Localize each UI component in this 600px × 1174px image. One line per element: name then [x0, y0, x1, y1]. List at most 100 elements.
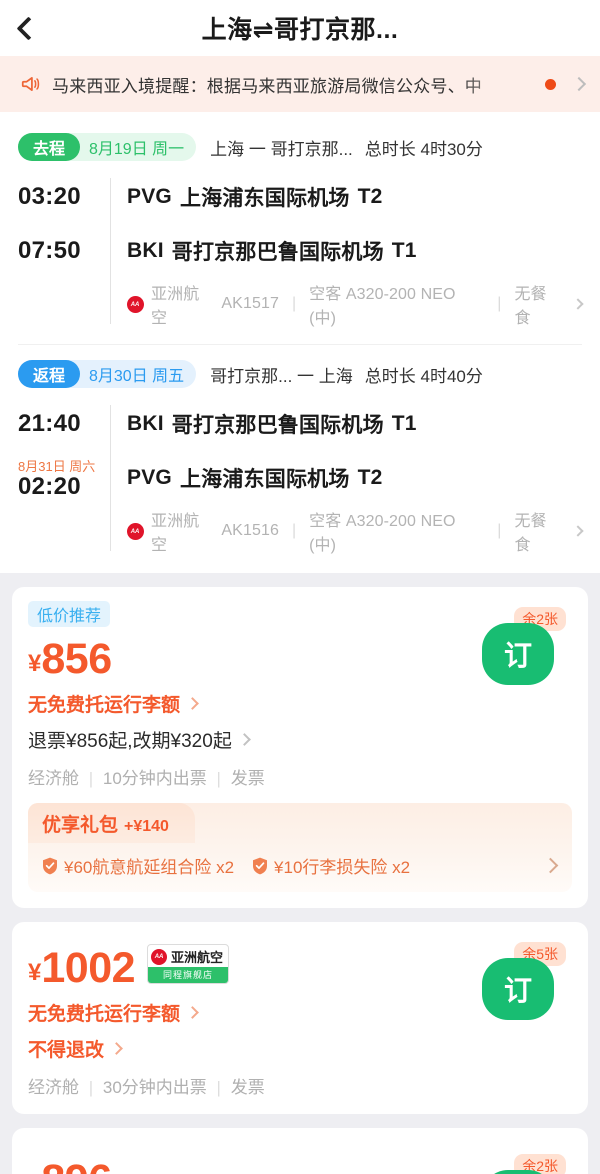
- gift-item[interactable]: ¥10行李损失险 x2: [252, 853, 410, 878]
- return-arrive-terminal: T2: [357, 466, 383, 489]
- navbar: 上海⇌哥打京那...: [0, 0, 600, 56]
- price-card-list: 低价推荐 ¥ 856 无免费托运行李额 退票¥856起,改期¥320起 经济舱 …: [0, 573, 600, 1174]
- notice-banner[interactable]: 马来西亚入境提醒：根据马来西亚旅游局微信公众号、中: [0, 56, 600, 112]
- notice-text: 马来西亚入境提醒：根据马来西亚旅游局微信公众号、中: [52, 76, 482, 96]
- outbound-airline-row[interactable]: AA 亚洲航空 AK1517 | 空客 A320-200 NEO (中) | 无…: [127, 280, 584, 330]
- return-arrive-code: PVG: [127, 466, 172, 489]
- return-depart-time-row: 21:40: [18, 397, 110, 451]
- order-action: 余2张 订: [482, 607, 566, 691]
- back-button[interactable]: [0, 0, 56, 56]
- ticketing-time: 10分钟内出票: [102, 769, 207, 788]
- outbound-arrive-terminal: T1: [391, 239, 417, 262]
- return-depart-airport-row: BKI 哥打京那巴鲁国际机场 T1: [127, 397, 582, 451]
- refund-row[interactable]: 退票¥856起,改期¥320起: [28, 726, 572, 753]
- outbound-meal: 无餐食: [514, 286, 547, 327]
- chevron-right-icon[interactable]: [572, 298, 584, 310]
- gift-package[interactable]: 优享礼包 +¥140 ¥60航意航延组合险 x2 ¥10行李损失险 x2: [28, 803, 572, 892]
- ticket-meta-row: 经济舱 | 30分钟内出票 | 发票: [28, 1073, 572, 1098]
- gift-item-text: ¥10行李损失险 x2: [274, 858, 411, 877]
- return-meal: 无餐食: [514, 513, 547, 554]
- outbound-arrive-airport: 哥打京那巴鲁国际机场: [171, 241, 384, 264]
- outbound-leg: 去程 8月19日 周一 上海 一 哥打京那... 总时长 4时30分 03:20…: [0, 130, 600, 330]
- chevron-right-icon: [186, 1006, 199, 1019]
- gift-item[interactable]: ¥60航意航延组合险 x2: [42, 853, 234, 878]
- chevron-right-icon[interactable]: [571, 76, 587, 92]
- price-card[interactable]: 低价推荐 ¥ 856 无免费托运行李额 退票¥856起,改期¥320起 经济舱 …: [12, 587, 588, 908]
- airasia-logo-icon: AA: [127, 522, 144, 540]
- price-value: 856: [41, 635, 112, 683]
- return-depart-time: 21:40: [18, 410, 81, 437]
- order-action: 余5张 订: [482, 942, 566, 1026]
- outbound-time-column: 03:20 07:50: [18, 170, 110, 330]
- shop-airline-name: 亚洲航空: [171, 950, 224, 965]
- notice-indicator-dot: [545, 78, 556, 90]
- recommend-badge: 低价推荐: [28, 601, 111, 627]
- chevron-right-icon: [110, 1042, 123, 1055]
- ticket-meta-row: 经济舱 | 10分钟内出票 | 发票: [28, 764, 572, 789]
- order-button[interactable]: 订: [482, 623, 554, 685]
- outbound-depart-airport: 上海浦东国际机场: [179, 187, 350, 210]
- return-airport-column: BKI 哥打京那巴鲁国际机场 T1 PVG 上海浦东国际机场 T2 AA 亚洲航…: [127, 397, 584, 557]
- currency-symbol: ¥: [28, 959, 42, 986]
- return-arrive-time: 02:20: [18, 472, 81, 500]
- return-depart-terminal: T1: [391, 412, 417, 435]
- chevron-left-icon: [15, 15, 41, 41]
- currency-symbol: ¥: [28, 650, 42, 677]
- price-card[interactable]: ¥ 1002 AA 亚洲航空 同程旗舰店 无免费托运行李额 不得退改 经济舱 |…: [12, 922, 588, 1114]
- return-route: 哥打京那... 一 上海: [210, 366, 353, 386]
- outbound-date: 8月19日 周一: [89, 141, 185, 158]
- return-airline-row[interactable]: AA 亚洲航空 AK1516 | 空客 A320-200 NEO (中) | 无…: [127, 507, 584, 557]
- separator: |: [88, 769, 94, 788]
- page-title: 上海⇌哥打京那...: [201, 16, 399, 44]
- return-arrive-airport: 上海浦东国际机场: [179, 468, 350, 491]
- outbound-arrive-time: 07:50: [18, 237, 81, 264]
- return-airline-name: 亚洲航空: [151, 513, 200, 554]
- separator: |: [497, 522, 502, 539]
- outbound-arrive-code: BKI: [127, 239, 164, 262]
- gift-item-text: ¥60航意航延组合险 x2: [64, 858, 235, 877]
- outbound-depart-code: PVG: [127, 185, 172, 208]
- shield-check-icon: [43, 857, 57, 874]
- return-leg: 返程 8月30日 周五 哥打京那... 一 上海 总时长 4时40分 21:40…: [0, 357, 600, 557]
- outbound-depart-terminal: T2: [357, 185, 383, 208]
- cabin-class: 经济舱: [28, 1078, 79, 1097]
- outbound-depart-airport-row: PVG 上海浦东国际机场 T2: [127, 170, 582, 224]
- baggage-row[interactable]: 无免费托运行李额: [28, 690, 572, 717]
- return-arrive-time-row: 8月31日 周六 02:20: [18, 451, 110, 505]
- baggage-text: 无免费托运行李额: [28, 695, 181, 716]
- return-segments: 21:40 8月31日 周六 02:20 BKI 哥打京那巴鲁国际机场 T1 P…: [18, 397, 584, 557]
- outbound-depart-time-row: 03:20: [18, 170, 110, 224]
- chevron-right-icon: [237, 733, 251, 746]
- outbound-leg-header: 去程 8月19日 周一 上海 一 哥打京那... 总时长 4时30分: [18, 130, 582, 164]
- return-divider: [110, 405, 111, 551]
- refund-row[interactable]: 不得退改: [28, 1035, 572, 1062]
- outbound-depart-time: 03:20: [18, 183, 81, 210]
- price-value: 1002: [41, 944, 136, 992]
- order-button[interactable]: 订: [482, 958, 554, 1020]
- return-depart-code: BKI: [127, 412, 164, 435]
- return-aircraft: 空客 A320-200 NEO (中): [309, 513, 456, 554]
- chevron-right-icon[interactable]: [572, 525, 584, 537]
- price-card[interactable]: ¥ 896 无免费托运行李额 退票¥896起,改期¥320起 余2张 订: [12, 1128, 588, 1174]
- chevron-right-icon[interactable]: [542, 857, 559, 874]
- outbound-arrive-time-row: 07:50: [18, 224, 110, 278]
- gift-package-items: ¥60航意航延组合险 x2 ¥10行李损失险 x2: [28, 843, 572, 878]
- airasia-logo-icon: AA: [127, 295, 144, 313]
- flagship-shop-badge: AA 亚洲航空 同程旗舰店: [147, 944, 230, 984]
- cabin-class: 经济舱: [28, 769, 79, 788]
- shop-subtitle: 同程旗舰店: [148, 967, 229, 983]
- flight-detail-screen: 上海⇌哥打京那... 马来西亚入境提醒：根据马来西亚旅游局微信公众号、中 去程 …: [0, 0, 600, 1174]
- price-value: 896: [41, 1159, 112, 1174]
- gift-package-title: 优享礼包: [42, 815, 119, 836]
- flight-summary-card: 去程 8月19日 周一 上海 一 哥打京那... 总时长 4时30分 03:20…: [0, 112, 600, 573]
- separator: |: [216, 769, 221, 788]
- refund-text: 退票¥856起,改期¥320起: [28, 731, 232, 752]
- shield-check-icon: [253, 857, 268, 874]
- return-flight-no: AK1516: [221, 522, 279, 539]
- return-depart-airport: 哥打京那巴鲁国际机场: [171, 414, 384, 437]
- chevron-right-icon: [186, 697, 199, 710]
- separator: |: [291, 295, 297, 312]
- return-date: 8月30日 周五: [89, 368, 185, 385]
- outbound-airport-column: PVG 上海浦东国际机场 T2 BKI 哥打京那巴鲁国际机场 T1 AA 亚洲航…: [127, 170, 584, 330]
- separator: |: [497, 295, 502, 312]
